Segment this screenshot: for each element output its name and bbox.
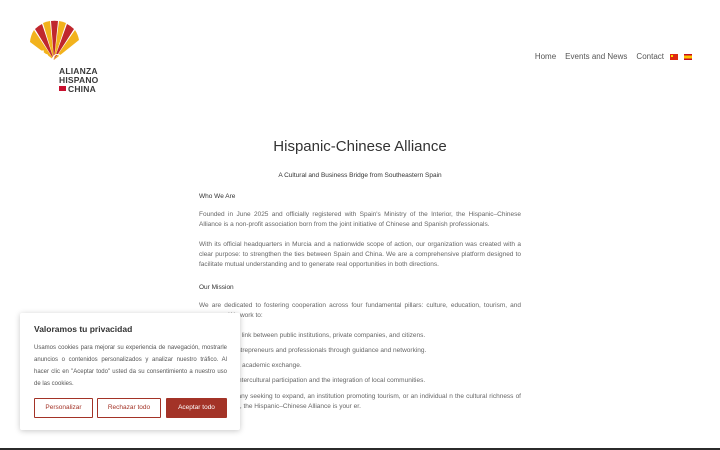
closing-paragraph: s are a company seeking to expand, an in… (199, 393, 521, 410)
chinese-flag-icon[interactable] (670, 53, 678, 60)
main-content: Hispanic-Chinese Alliance A Cultural and… (199, 138, 521, 412)
who-we-are-paragraph-2: With its official headquarters in Murcia… (199, 241, 521, 268)
who-we-are-heading: Who We Are (199, 193, 236, 200)
accept-all-button[interactable]: Aceptar todo (166, 398, 227, 418)
page-subtitle: A Cultural and Business Bridge from Sout… (278, 172, 442, 179)
logo-mark: ahc (28, 48, 62, 68)
customize-button[interactable]: Personalizar (34, 398, 93, 418)
cookie-title: Valoramos tu privacidad (34, 324, 133, 334)
main-nav: Home Events and News Contact (526, 52, 692, 61)
cookie-consent-banner: Valoramos tu privacidad Usamos cookies p… (20, 313, 240, 430)
pillar-item: te: Facilitate intercultural participati… (199, 376, 521, 386)
reject-all-button[interactable]: Rechazar todo (97, 398, 161, 418)
pillars-list: ct: Serve as a link between public insti… (199, 331, 521, 386)
chinese-flag-mini-icon (59, 86, 66, 91)
site-logo[interactable]: ahc ALIANZA HISPANO CHINA (28, 20, 108, 96)
nav-contact[interactable]: Contact (636, 52, 664, 61)
cookie-text: Usamos cookies para mejorar su experienc… (34, 345, 227, 387)
page-title: Hispanic-Chinese Alliance (273, 138, 447, 155)
mission-heading: Our Mission (199, 284, 234, 291)
pillar-item: ct: Serve as a link between public insti… (199, 331, 521, 341)
nav-home[interactable]: Home (535, 52, 556, 61)
nav-events-news[interactable]: Events and News (565, 52, 627, 61)
spain-flag-icon[interactable] (684, 53, 692, 60)
logo-line-3: CHINA (59, 84, 96, 94)
who-we-are-paragraph-1: Founded in June 2025 and officially regi… (199, 211, 521, 228)
pillar-item: te: Encourage academic exchange. (199, 361, 521, 371)
logo-line-3-text: CHINA (68, 84, 96, 94)
mission-intro: We are dedicated to fostering cooperatio… (199, 302, 521, 319)
pillar-item: te: Support entrepreneurs and profession… (199, 346, 521, 356)
